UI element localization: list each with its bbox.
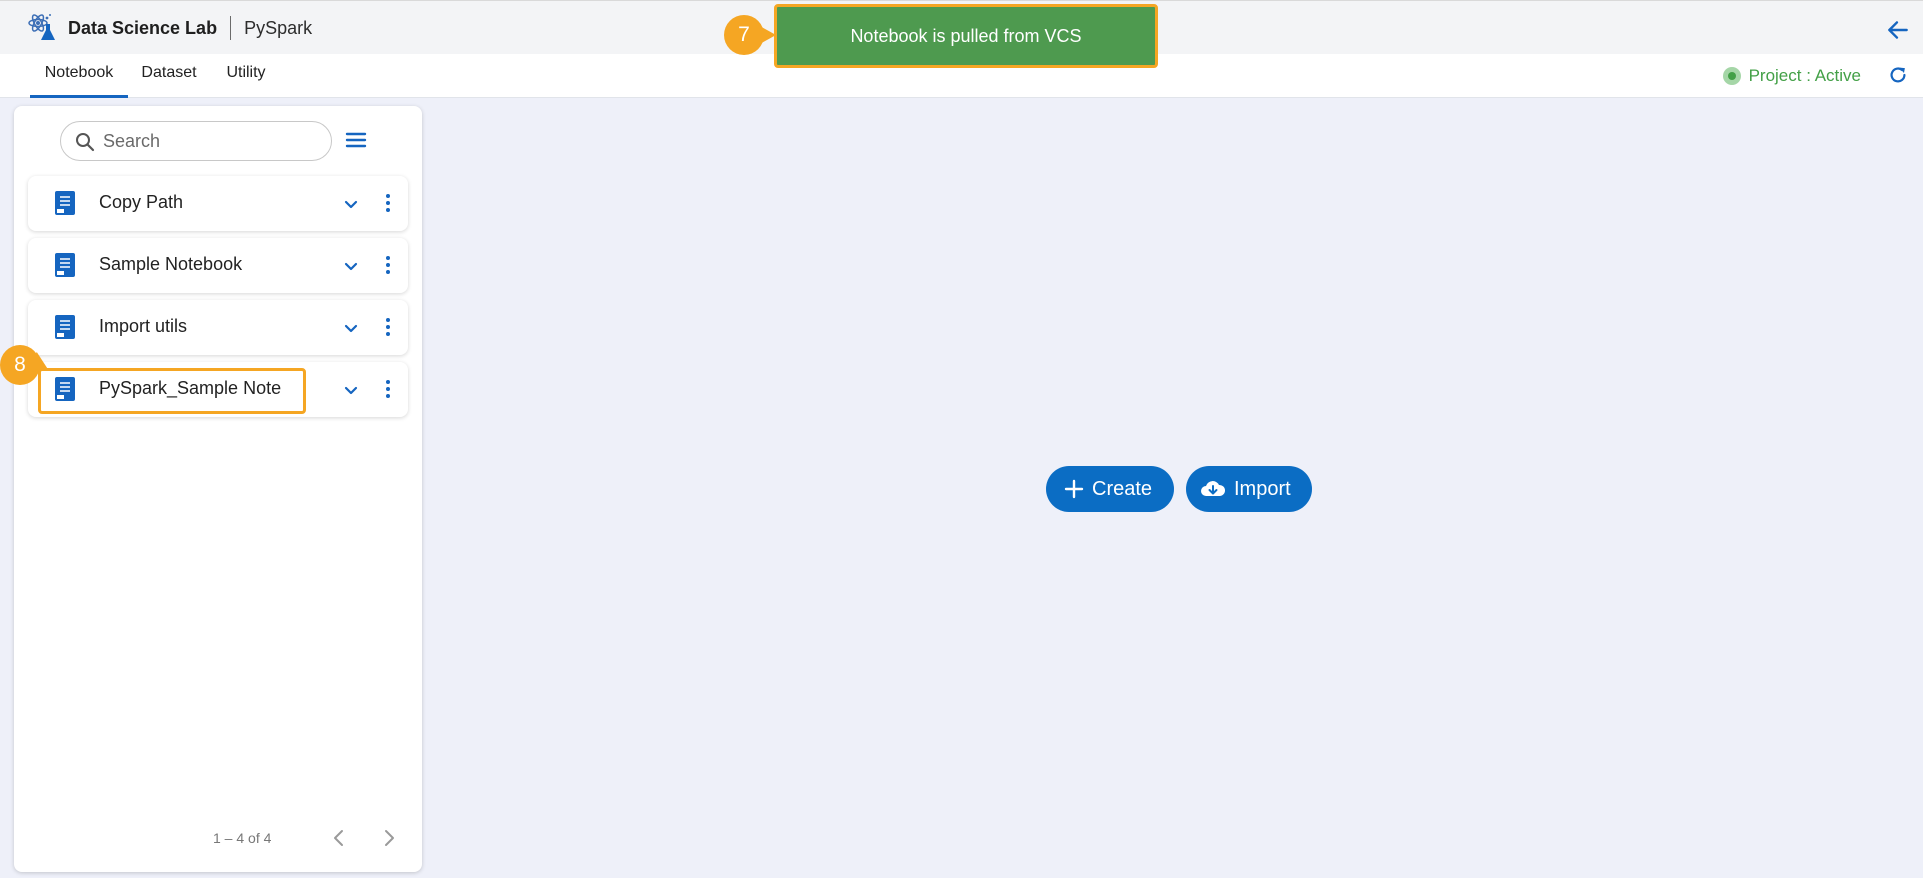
step-badge-7: 7 — [724, 15, 776, 55]
create-button[interactable]: Create — [1046, 466, 1174, 512]
flask-atom-icon — [28, 14, 55, 40]
chevron-left-icon[interactable] — [328, 826, 350, 850]
highlight-frame — [38, 368, 306, 414]
notebook-name: Sample Notebook — [99, 254, 243, 274]
tab-dataset[interactable]: Dataset — [136, 54, 202, 98]
more-vert-icon[interactable] — [378, 378, 398, 400]
pagination-range: 1 – 4 of 4 — [213, 830, 272, 846]
import-button-label: Import — [1234, 477, 1291, 500]
more-vert-icon[interactable] — [378, 192, 398, 214]
search-input[interactable] — [103, 128, 323, 154]
tab-utility[interactable]: Utility — [218, 54, 274, 98]
plus-icon — [1064, 479, 1084, 499]
notebook-name: Copy Path — [99, 192, 184, 212]
cloud-download-icon — [1201, 481, 1226, 496]
main-area: Copy Path Sample Notebook — [0, 98, 1923, 878]
notebook-name: Import utils — [99, 316, 188, 336]
title-divider — [230, 16, 232, 40]
toast-notification: Notebook is pulled from VCS — [774, 4, 1158, 68]
notebook-icon — [55, 253, 75, 277]
app-title: Data Science Lab — [68, 17, 218, 38]
app-root: Data Science Lab PySpark Notebook Datase… — [0, 0, 1923, 878]
chevron-down-icon[interactable] — [341, 194, 361, 214]
status-dot-icon — [1722, 67, 1741, 85]
toast-message: Notebook is pulled from VCS — [850, 25, 1082, 46]
more-vert-icon[interactable] — [378, 254, 398, 276]
notebook-icon — [55, 315, 75, 339]
chevron-down-icon[interactable] — [341, 256, 361, 276]
chevron-down-icon[interactable] — [341, 380, 361, 400]
chevron-right-icon[interactable] — [378, 826, 400, 850]
brand: Data Science Lab PySpark — [26, 13, 312, 43]
refresh-icon[interactable] — [1887, 64, 1909, 86]
more-vert-icon[interactable] — [378, 316, 398, 338]
chevron-down-icon[interactable] — [341, 318, 361, 338]
app-subtitle: PySpark — [244, 17, 313, 38]
notebook-list-item[interactable]: Import utils — [28, 300, 408, 355]
tab-notebook[interactable]: Notebook — [30, 54, 128, 98]
search-box — [60, 121, 332, 161]
notebook-icon — [55, 191, 75, 215]
project-status: Project : Active — [1722, 64, 1861, 88]
notebook-list-panel: Copy Path Sample Notebook — [14, 106, 422, 872]
status-text: Project : Active — [1748, 66, 1861, 85]
notebook-list-item[interactable]: Sample Notebook — [28, 238, 408, 293]
step-badge-8: 8 — [0, 345, 40, 385]
create-button-label: Create — [1092, 477, 1153, 500]
list-menu-icon[interactable] — [344, 128, 368, 152]
back-arrow-icon[interactable] — [1885, 17, 1911, 43]
import-button[interactable]: Import — [1186, 466, 1312, 512]
search-icon — [76, 133, 95, 152]
notebook-list-item[interactable]: Copy Path — [28, 176, 408, 231]
